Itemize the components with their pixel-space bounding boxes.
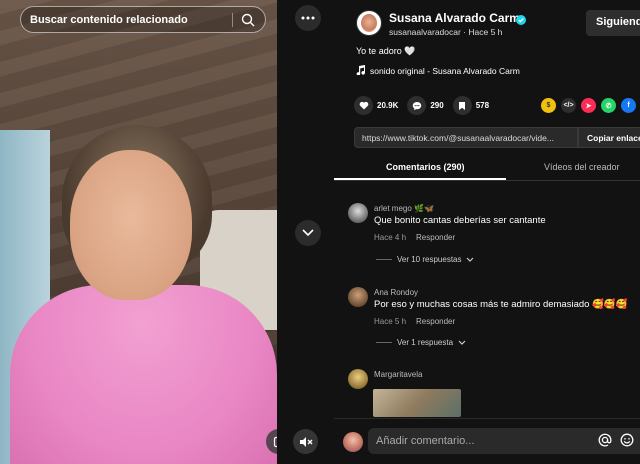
- tab-creator-videos[interactable]: Vídeos del creador: [544, 162, 620, 172]
- comment-meta: Hace 5 h Responder: [374, 317, 455, 326]
- comment-stat[interactable]: 290: [407, 96, 444, 115]
- search-icon[interactable]: [241, 13, 255, 32]
- comment-time: Hace 5 h: [374, 317, 407, 326]
- author-handle-time: susanaalvaradocar · Hace 5 h: [389, 27, 503, 37]
- reply-button[interactable]: Responder: [416, 233, 455, 242]
- author-avatar[interactable]: [356, 10, 382, 36]
- chevron-down-icon: [467, 257, 474, 262]
- replies-label: Ver 10 respuestas: [397, 255, 462, 264]
- music-note-icon: [356, 65, 365, 77]
- stats-bar: 20.9K 290 578: [354, 96, 498, 115]
- save-stat[interactable]: 578: [452, 96, 490, 115]
- tab-comments[interactable]: Comentarios (290): [386, 162, 465, 172]
- comment-text: Que bonito cantas deberías ser cantante: [374, 215, 546, 226]
- comment-image[interactable]: [373, 389, 461, 417]
- view-replies-button[interactable]: Ver 1 respuesta: [376, 338, 466, 347]
- mute-icon: [299, 436, 312, 447]
- comment-input-box[interactable]: [368, 428, 640, 454]
- save-count: 578: [475, 101, 490, 110]
- comment-username[interactable]: arlet mego 🌿🦋: [374, 204, 434, 213]
- share-icons: $ </> ➤ ✆ f: [541, 98, 636, 113]
- share-url[interactable]: https://www.tiktok.com/@susanaalvaradoca…: [354, 127, 578, 148]
- coin-icon[interactable]: $: [541, 98, 556, 113]
- whatsapp-icon[interactable]: ✆: [601, 98, 616, 113]
- comment-meta: Hace 4 h Responder: [374, 233, 455, 242]
- comment-count: 290: [430, 101, 444, 110]
- copy-link-button[interactable]: Copiar enlace: [578, 127, 640, 148]
- comment-input[interactable]: [376, 433, 576, 449]
- video-person-shirt: [10, 285, 277, 464]
- search-bar[interactable]: [20, 6, 266, 33]
- search-divider: [232, 13, 233, 27]
- replies-label: Ver 1 respuesta: [397, 338, 454, 347]
- comment-avatar[interactable]: [348, 203, 368, 223]
- comment-avatar[interactable]: [348, 369, 368, 389]
- view-replies-button[interactable]: Ver 10 respuestas: [376, 255, 474, 264]
- video-person-face: [70, 150, 192, 300]
- facebook-icon[interactable]: f: [621, 98, 636, 113]
- user-avatar: [343, 432, 363, 452]
- tab-bar: Comentarios (290) Vídeos del creador: [334, 156, 640, 181]
- mention-icon[interactable]: [598, 433, 612, 452]
- sound-label: sonido original - Susana Alvarado Carm: [370, 66, 520, 76]
- sound-link[interactable]: sonido original - Susana Alvarado Carm: [356, 65, 520, 77]
- author-name[interactable]: Susana Alvarado Carm: [389, 11, 520, 25]
- post-description: Yo te adoro 🤍: [356, 46, 416, 56]
- next-video-button[interactable]: [295, 220, 321, 246]
- replies-line: [376, 259, 392, 260]
- comment-composer: [334, 418, 640, 464]
- like-stat[interactable]: 20.9K: [354, 96, 398, 115]
- comment-time: Hace 4 h: [374, 233, 407, 242]
- picture-in-picture-icon: [273, 436, 277, 447]
- replies-line: [376, 342, 392, 343]
- side-panel: Susana Alvarado Carm susanaalvaradocar ·…: [334, 0, 640, 464]
- embed-code-icon[interactable]: </>: [561, 98, 576, 113]
- comment-text: Por eso y muchas cosas más te admiro dem…: [374, 299, 628, 310]
- bookmark-icon[interactable]: [452, 96, 472, 115]
- comment-avatar[interactable]: [348, 287, 368, 307]
- chevron-down-icon: [458, 340, 466, 345]
- emoji-icon[interactable]: [620, 433, 634, 452]
- following-button[interactable]: Siguiendo: [586, 10, 640, 36]
- send-to-friends-icon[interactable]: ➤: [581, 98, 596, 113]
- comment-username[interactable]: Ana Rondoy: [374, 288, 418, 297]
- mute-button[interactable]: [293, 429, 318, 454]
- like-count: 20.9K: [377, 101, 399, 110]
- search-input[interactable]: [30, 13, 230, 26]
- video-player[interactable]: [0, 0, 277, 464]
- comment-icon[interactable]: [407, 96, 427, 115]
- more-dots-icon: [301, 16, 315, 20]
- verified-badge-icon: [516, 12, 526, 30]
- chevron-down-icon: [302, 229, 314, 237]
- heart-icon[interactable]: [354, 96, 373, 115]
- active-tab-indicator: [334, 178, 506, 180]
- comment-username[interactable]: Margaritavela: [374, 370, 422, 379]
- more-options-button[interactable]: [295, 5, 321, 31]
- reply-button[interactable]: Responder: [416, 317, 455, 326]
